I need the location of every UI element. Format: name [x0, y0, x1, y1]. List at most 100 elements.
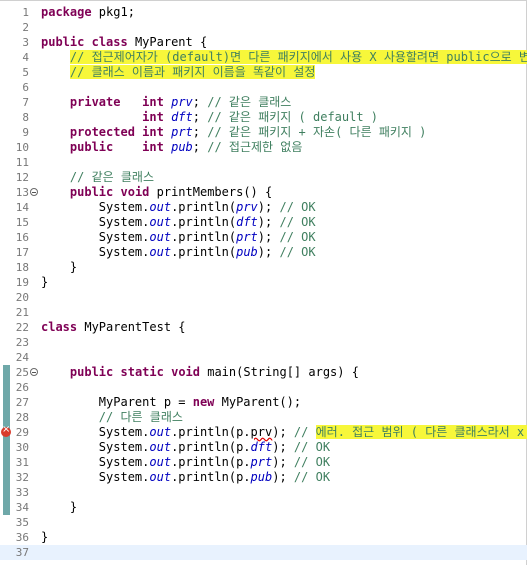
code-text: MyParent p = new MyParent(); [41, 395, 301, 410]
code-line[interactable]: 22 class MyParentTest { [0, 320, 527, 335]
code-token: // OK [279, 200, 316, 214]
code-token: ; [192, 140, 208, 154]
code-token: // 클래스 이름과 패키지 이름을 똑같이 설정 [69, 65, 316, 79]
code-text: protected int prt; // 같은 패키지 + 자손( 다른 패키… [41, 125, 427, 140]
code-token: // 접근제어자가 (default)면 다른 패키지에서 사용 X 사용할려면… [69, 50, 527, 64]
code-token: MyParent(); [214, 395, 302, 409]
line-number: 33 [15, 486, 29, 499]
code-line[interactable]: 26 [0, 380, 527, 395]
line-number: 29 [15, 426, 29, 439]
code-token: // 같은 클래스 [207, 95, 292, 109]
code-line[interactable]: 5 // 클래스 이름과 패키지 이름을 똑같이 설정 [0, 65, 527, 80]
code-line[interactable]: 31 System.out.println(p.prt); // OK [0, 455, 527, 470]
code-text: // 접근제어자가 (default)면 다른 패키지에서 사용 X 사용할려면… [41, 50, 527, 65]
code-line[interactable]: 36} [0, 530, 527, 545]
line-number: 35 [15, 516, 29, 529]
code-line[interactable]: 32 System.out.println(p.pub); // OK [0, 470, 527, 485]
code-line[interactable]: 21 [0, 305, 527, 320]
code-token: ); [272, 455, 294, 469]
code-token: void [120, 185, 150, 199]
code-token: void [171, 365, 200, 379]
code-line[interactable]: 23 [0, 335, 527, 350]
code-token: public [69, 365, 114, 379]
code-token: class [91, 35, 128, 49]
code-line[interactable]: 1 package pkg1; [0, 5, 527, 20]
line-number: 31 [15, 456, 29, 469]
line-number: 16 [15, 231, 29, 244]
code-token: } [41, 530, 49, 544]
code-token: prt [171, 125, 193, 139]
code-token: ); [257, 245, 280, 259]
code-line[interactable]: 16 System.out.println(prt); // OK [0, 230, 527, 245]
code-token: pkg1; [91, 5, 135, 19]
code-token: ); [257, 215, 280, 229]
line-number: 36 [15, 531, 29, 544]
line-number: 28 [15, 411, 29, 424]
code-token: // OK [279, 230, 316, 244]
code-token: System. [41, 200, 150, 214]
code-token: System. [41, 455, 150, 469]
code-token: ; [192, 110, 208, 124]
code-token: System. [41, 425, 150, 439]
code-text: // 다른 클래스 [41, 410, 183, 425]
code-token: ); [257, 230, 280, 244]
code-line[interactable]: 29 System.out.println(p.prv); // 에러. 접근 … [0, 424, 527, 440]
code-line[interactable]: 13 public void printMembers() { [0, 185, 527, 200]
code-token: ); [272, 425, 294, 439]
code-line[interactable]: 12 // 같은 클래스 [0, 170, 527, 185]
code-line[interactable]: 37 [0, 545, 527, 560]
change-marker [3, 380, 10, 395]
code-line[interactable]: 7 private int prv; // 같은 클래스 [0, 95, 527, 110]
change-marker [3, 410, 10, 425]
code-line[interactable]: 14 System.out.println(prv); // OK [0, 200, 527, 215]
code-line[interactable]: 6 [0, 80, 527, 95]
code-line[interactable]: 27 MyParent p = new MyParent(); [0, 395, 527, 410]
fold-collapse-icon[interactable] [30, 188, 38, 196]
code-line[interactable]: 28 // 다른 클래스 [0, 410, 527, 425]
code-text: // 같은 클래스 [41, 170, 154, 185]
code-token: out [149, 440, 172, 454]
code-text: // 클래스 이름과 패키지 이름을 똑같이 설정 [41, 65, 316, 80]
line-number: 19 [15, 276, 29, 289]
line-number: 6 [22, 81, 29, 94]
code-line[interactable]: 18 } [0, 260, 527, 275]
code-text: System.out.println(prv); // OK [41, 200, 316, 215]
code-line[interactable]: 10 public int pub; // 접근제한 없음 [0, 140, 527, 155]
code-token: // [293, 425, 316, 439]
code-token: prt [250, 455, 273, 469]
code-token: pub [236, 245, 258, 259]
code-line[interactable]: 8 int dft; // 같은 패키지 ( default ) [0, 110, 527, 125]
code-line[interactable]: 3 public class MyParent { [0, 35, 527, 50]
code-line[interactable]: 20 [0, 290, 527, 305]
code-token: MyParent p = [41, 395, 193, 409]
code-line[interactable]: 34 } [0, 500, 527, 515]
line-number: 17 [15, 246, 29, 259]
code-editor[interactable]: 1 package pkg1; 2 3 public class MyParent {4… [0, 0, 527, 565]
line-number: 14 [15, 201, 29, 214]
code-line[interactable]: 4 // 접근제어자가 (default)면 다른 패키지에서 사용 X 사용할… [0, 50, 527, 65]
code-line[interactable]: 17 System.out.println(pub); // OK [0, 245, 527, 260]
code-token: System. [41, 470, 150, 484]
code-line[interactable]: 35 [0, 515, 527, 530]
line-number: 26 [15, 381, 29, 394]
fold-collapse-icon[interactable] [30, 368, 38, 376]
line-number: 24 [15, 351, 29, 364]
line-number: 9 [22, 126, 29, 139]
code-line[interactable]: 11 [0, 155, 527, 170]
code-line[interactable]: 19} [0, 275, 527, 290]
code-line[interactable]: 24 [0, 350, 527, 365]
code-line[interactable]: 25 public static void main(String[] args… [0, 365, 527, 380]
code-line[interactable]: 30 System.out.println(p.dft); // OK [0, 440, 527, 455]
code-line[interactable]: 15 System.out.println(dft); // OK [0, 215, 527, 230]
code-line[interactable]: 33 [0, 485, 527, 500]
code-line[interactable]: 9 protected int prt; // 같은 패키지 + 자손( 다른 … [0, 125, 527, 140]
code-line[interactable]: 2 [0, 20, 527, 35]
